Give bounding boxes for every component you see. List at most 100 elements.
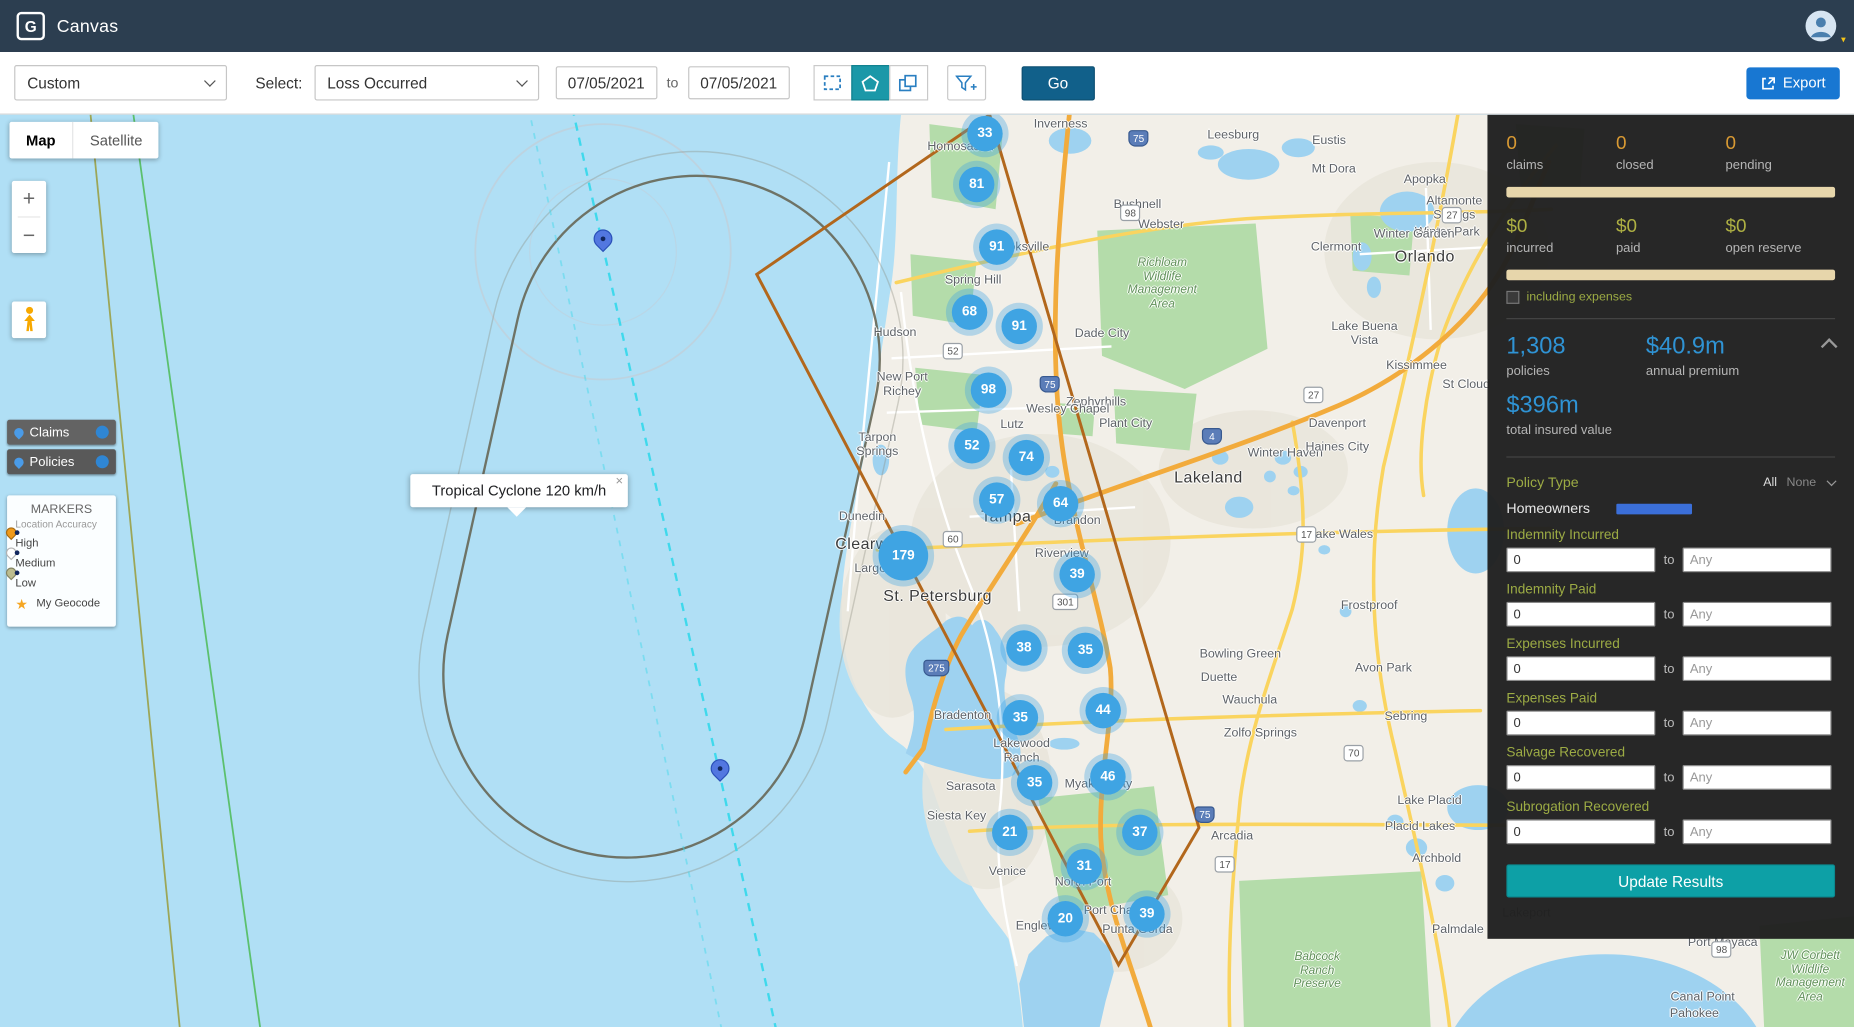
stat-label: open reserve <box>1726 241 1836 255</box>
zoom-in-button[interactable]: + <box>12 181 46 216</box>
filter-group: Expenses Incurred to <box>1506 637 1835 681</box>
legend-item: Medium <box>15 557 107 570</box>
filter-to-label: to <box>1664 607 1675 621</box>
legend-item-label: My Geocode <box>36 597 100 610</box>
claims-layer-toggle[interactable]: Claims <box>7 420 116 445</box>
stat-block: $0 incurred <box>1506 216 1616 255</box>
cluster-marker[interactable]: 179 <box>879 531 929 581</box>
cluster-marker[interactable]: 68 <box>952 294 987 329</box>
policy-type-all-button[interactable]: All <box>1763 475 1777 489</box>
including-expenses-checkbox[interactable] <box>1506 290 1519 303</box>
date-from-input[interactable] <box>555 66 657 99</box>
cluster-marker[interactable]: 81 <box>959 167 994 202</box>
filter-min-input[interactable] <box>1506 765 1655 790</box>
tooltip-close-icon[interactable]: × <box>616 474 624 488</box>
cluster-marker[interactable]: 37 <box>1122 815 1157 850</box>
filter-min-input[interactable] <box>1506 711 1655 736</box>
policy-type-none-button[interactable]: None <box>1786 475 1816 489</box>
cluster-marker[interactable]: 64 <box>1043 486 1078 521</box>
top-bar: G Canvas ▾ <box>0 0 1854 52</box>
stat-block: 0 closed <box>1616 134 1726 173</box>
map-type-map-button[interactable]: Map <box>9 122 72 159</box>
legend-marker-icon: ★ <box>15 598 28 610</box>
user-avatar[interactable]: ▾ <box>1804 9 1837 42</box>
export-label: Export <box>1783 74 1826 91</box>
cluster-marker[interactable]: 35 <box>1003 700 1038 735</box>
claims-layer-label: Claims <box>30 425 70 439</box>
layer-toggles: Claims Policies <box>7 420 116 474</box>
metric-select[interactable]: Loss Occurred <box>314 65 539 100</box>
cluster-marker[interactable]: 91 <box>979 229 1014 264</box>
stat-block: $0 paid <box>1616 216 1726 255</box>
filter-to-label: to <box>1664 716 1675 730</box>
stat-block: 0 claims <box>1506 134 1616 173</box>
cluster-marker[interactable]: 52 <box>954 428 989 463</box>
filter-min-input[interactable] <box>1506 547 1655 572</box>
map-type-control: Map Satellite <box>9 122 159 159</box>
tiv-label: total insured value <box>1506 423 1835 437</box>
go-button[interactable]: Go <box>1021 66 1094 100</box>
filter-min-input[interactable] <box>1506 656 1655 681</box>
filter-max-input[interactable] <box>1683 819 1832 844</box>
filter-max-input[interactable] <box>1683 656 1832 681</box>
cluster-marker[interactable]: 31 <box>1067 849 1102 884</box>
cluster-marker[interactable]: 44 <box>1085 693 1120 728</box>
filter-toolbar: Custom Select: Loss Occurred to Go <box>0 52 1854 115</box>
cluster-marker[interactable]: 98 <box>971 372 1006 407</box>
cluster-marker[interactable]: 39 <box>1129 896 1164 931</box>
date-to-input[interactable] <box>688 66 790 99</box>
duplicate-selection-button[interactable] <box>889 65 928 100</box>
filter-label: Expenses Paid <box>1506 692 1835 706</box>
zoom-control: + − <box>12 181 46 253</box>
filter-add-button[interactable] <box>947 65 986 100</box>
stat-value: $0 <box>1506 216 1616 237</box>
cluster-marker[interactable]: 21 <box>992 815 1027 850</box>
cluster-marker[interactable]: 33 <box>967 116 1002 151</box>
collapse-chevron-icon[interactable] <box>1821 338 1838 355</box>
stat-label: incurred <box>1506 241 1616 255</box>
export-button[interactable]: Export <box>1746 67 1840 99</box>
preset-select[interactable]: Custom <box>14 65 227 100</box>
update-results-button[interactable]: Update Results <box>1506 864 1835 897</box>
policy-type-label: Policy Type <box>1506 474 1578 491</box>
metric-value: Loss Occurred <box>327 74 427 92</box>
pin-icon <box>12 425 25 438</box>
filter-min-input[interactable] <box>1506 819 1655 844</box>
tiv-summary: $396m total insured value <box>1506 393 1835 438</box>
map-type-satellite-button[interactable]: Satellite <box>72 122 159 159</box>
filter-min-input[interactable] <box>1506 602 1655 627</box>
filter-max-input[interactable] <box>1683 765 1832 790</box>
money-progress-bar <box>1506 270 1835 281</box>
cluster-marker[interactable]: 35 <box>1017 765 1052 800</box>
cluster-marker[interactable]: 20 <box>1048 901 1083 936</box>
cluster-marker[interactable]: 74 <box>1009 440 1044 475</box>
map-canvas[interactable]: Homosassa Inverness Leesburg Eustis Mt D… <box>0 115 1854 1027</box>
filter-max-input[interactable] <box>1683 547 1832 572</box>
cluster-marker[interactable]: 57 <box>979 482 1014 517</box>
policy-type-item[interactable]: Homeowners <box>1506 500 1835 517</box>
including-expenses-label: including expenses <box>1526 290 1632 304</box>
claims-layer-badge <box>96 426 109 439</box>
cluster-marker[interactable]: 35 <box>1068 633 1103 668</box>
legend-subtitle: Location Accuracy <box>15 518 107 530</box>
filter-max-input[interactable] <box>1683 711 1832 736</box>
stat-label: pending <box>1726 158 1836 172</box>
cyclone-track-line-2 <box>529 115 722 1027</box>
canvas-app: G Canvas ▾ Custom Select: Loss Occurred … <box>0 0 1854 1027</box>
legend-item-label: Low <box>15 577 36 590</box>
export-icon <box>1760 75 1775 90</box>
cluster-marker[interactable]: 39 <box>1059 557 1094 592</box>
polygon-select-button[interactable] <box>851 65 890 100</box>
policies-layer-toggle[interactable]: Policies <box>7 449 116 474</box>
chevron-down-icon[interactable] <box>1827 476 1837 486</box>
cluster-marker[interactable]: 46 <box>1090 759 1125 794</box>
filter-max-input[interactable] <box>1683 602 1832 627</box>
cluster-marker[interactable]: 38 <box>1006 630 1041 665</box>
polygon-icon <box>861 74 880 92</box>
rectangle-select-button[interactable] <box>813 65 852 100</box>
cluster-marker[interactable]: 91 <box>1001 309 1036 344</box>
policies-layer-badge <box>96 455 109 468</box>
street-view-pegman[interactable] <box>12 302 46 339</box>
chevron-down-icon <box>204 75 216 87</box>
zoom-out-button[interactable]: − <box>12 218 46 253</box>
